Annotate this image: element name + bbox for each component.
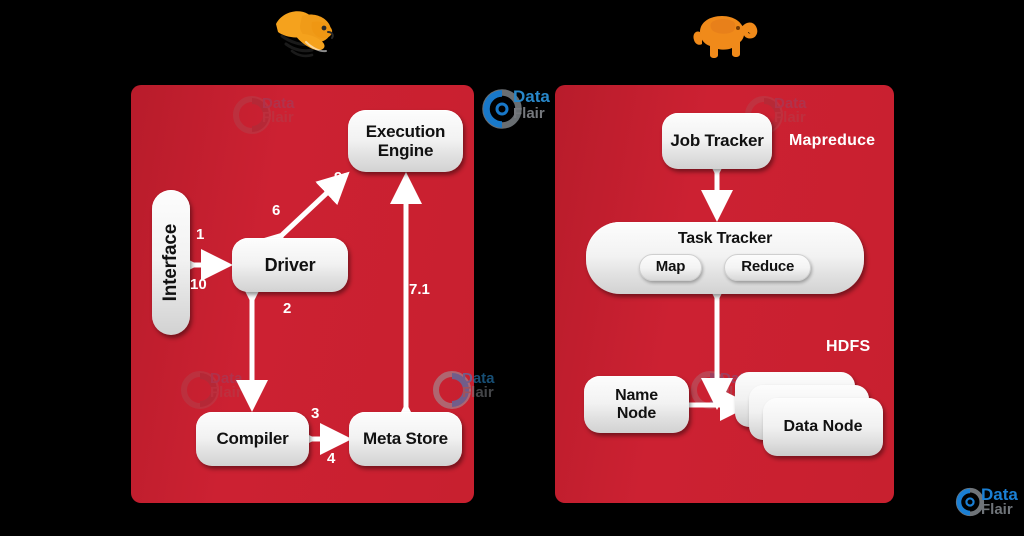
step-number-3: 3 <box>311 405 320 422</box>
hadoop-elephant-logo <box>688 8 758 64</box>
node-data-node-stack[interactable]: Data Node <box>735 372 885 466</box>
step-number-5: 5 <box>245 382 254 399</box>
label-hdfs: HDFS <box>826 338 871 355</box>
node-meta-store[interactable]: Meta Store <box>349 412 462 466</box>
node-map[interactable]: Map <box>638 253 703 281</box>
node-task-tracker-label: Task Tracker <box>677 230 773 247</box>
node-reduce[interactable]: Reduce <box>724 253 812 281</box>
label-mapreduce: Mapreduce <box>789 132 876 149</box>
node-meta-store-label: Meta Store <box>363 429 448 449</box>
watermark-data: Data <box>513 87 550 106</box>
step-number-10: 10 <box>190 276 207 293</box>
node-name-node[interactable]: Name Node <box>584 376 689 433</box>
node-interface[interactable]: Interface <box>152 190 190 335</box>
hive-bee-logo <box>272 6 336 64</box>
step-number-7-1: 7.1 <box>409 281 430 298</box>
node-data-node[interactable]: Data Node <box>763 398 883 456</box>
step-number-4: 4 <box>327 450 336 467</box>
node-job-tracker-label: Job Tracker <box>670 131 764 151</box>
node-execution-engine[interactable]: Execution Engine <box>348 110 463 172</box>
diagram-canvas: Data Flair Data Flair Data Flair <box>0 0 1024 536</box>
node-job-tracker[interactable]: Job Tracker <box>662 113 772 169</box>
node-data-node-label: Data Node <box>783 418 863 435</box>
step-number-2: 2 <box>283 300 292 317</box>
node-execution-engine-label: Execution Engine <box>365 121 446 160</box>
step-number-1: 1 <box>196 226 205 243</box>
node-driver-label: Driver <box>264 254 316 275</box>
node-driver[interactable]: Driver <box>232 238 348 292</box>
node-compiler-label: Compiler <box>216 429 289 449</box>
step-number-9: 9 <box>334 169 343 186</box>
node-task-tracker[interactable]: Task Tracker Map Reduce <box>586 222 864 294</box>
logo-flair-text: Flair <box>981 500 1013 518</box>
node-compiler[interactable]: Compiler <box>196 412 309 466</box>
node-interface-label: Interface <box>160 223 182 302</box>
step-number-6: 6 <box>272 202 281 219</box>
dataflair-logo: Data Flair <box>955 486 1023 530</box>
watermark-flair: Flair <box>513 105 545 123</box>
node-name-node-label: Name Node <box>615 386 658 422</box>
